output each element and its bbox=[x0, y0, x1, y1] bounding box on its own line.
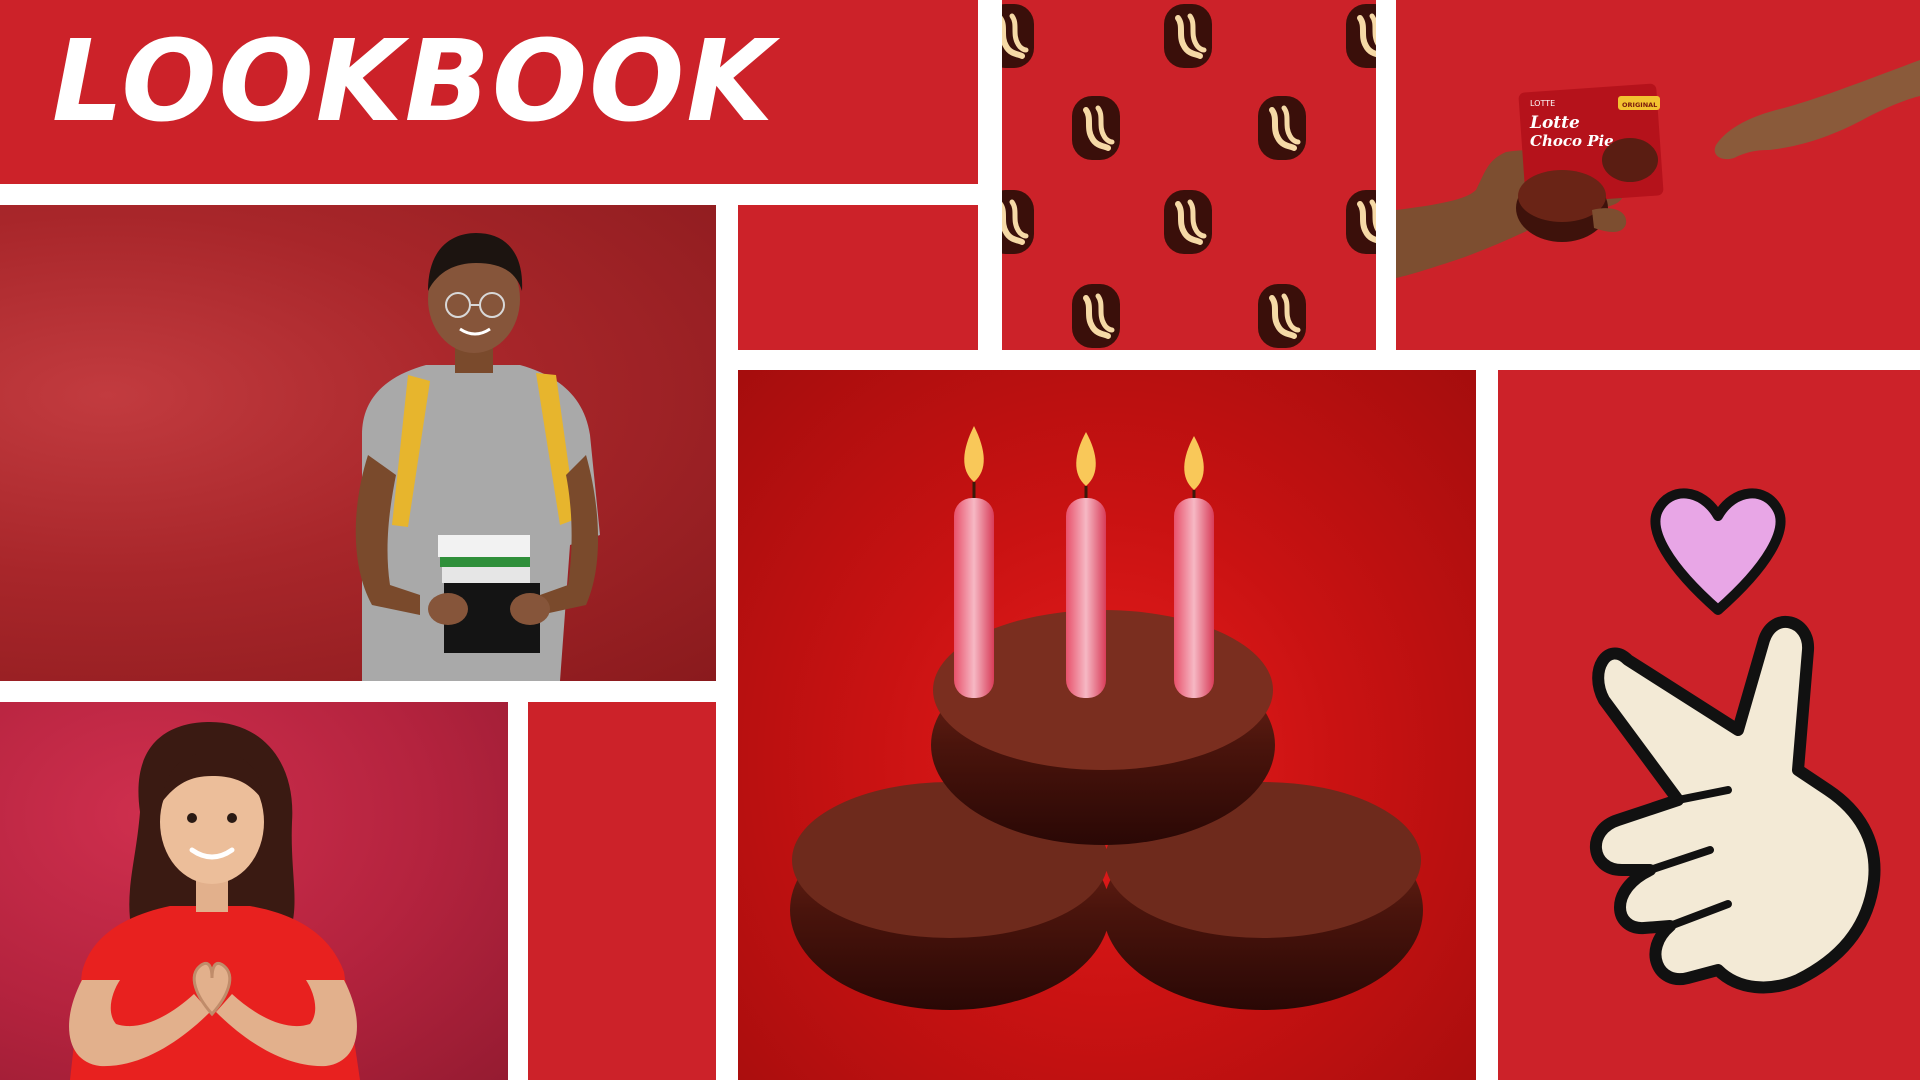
choco-pie-pattern bbox=[1002, 0, 1376, 350]
student-photo bbox=[0, 205, 716, 681]
birthday-choco-pie-photo bbox=[738, 370, 1476, 1080]
page-title: LOOKBOOK bbox=[52, 17, 776, 147]
pack-name-line2: Choco Pie bbox=[1530, 132, 1614, 150]
finger-heart-tile bbox=[1498, 370, 1920, 1080]
red-block-small-top bbox=[738, 205, 978, 350]
product-hands-tile: LOTTE Lotte Choco Pie ORIGINAL bbox=[1396, 0, 1920, 350]
birthday-cake-stack bbox=[790, 426, 1423, 1010]
choco-pie-icon bbox=[1002, 4, 1034, 68]
choco-pie-icon bbox=[1072, 96, 1120, 160]
choco-pie-icon bbox=[1164, 190, 1212, 254]
choco-pie-icon bbox=[1258, 96, 1306, 160]
choco-pie-icon bbox=[1072, 284, 1120, 348]
pack-badge: ORIGINAL bbox=[1622, 101, 1657, 109]
choco-pie-icon bbox=[1258, 284, 1306, 348]
red-block-small-bottom bbox=[528, 702, 716, 1080]
pattern-tile bbox=[1002, 0, 1376, 350]
product-hands-photo: LOTTE Lotte Choco Pie ORIGINAL bbox=[1396, 60, 1920, 278]
girl-figure bbox=[69, 722, 360, 1080]
title-banner: LOOKBOOK bbox=[0, 0, 978, 184]
pack-brand: LOTTE bbox=[1530, 99, 1555, 108]
student-figure bbox=[355, 233, 600, 681]
candle-icon bbox=[1174, 436, 1214, 698]
choco-pie-icon bbox=[1346, 190, 1376, 254]
girl-heart-photo bbox=[0, 702, 508, 1080]
candle-icon bbox=[954, 426, 994, 698]
heart-icon bbox=[1650, 488, 1786, 615]
choco-pie-icon bbox=[1346, 4, 1376, 68]
candle-icon bbox=[1066, 432, 1106, 698]
pack-name-line1: Lotte bbox=[1529, 113, 1580, 133]
choco-pie-icon bbox=[1164, 4, 1212, 68]
finger-heart-icon bbox=[1589, 488, 1881, 994]
choco-pie-icon bbox=[1002, 190, 1034, 254]
